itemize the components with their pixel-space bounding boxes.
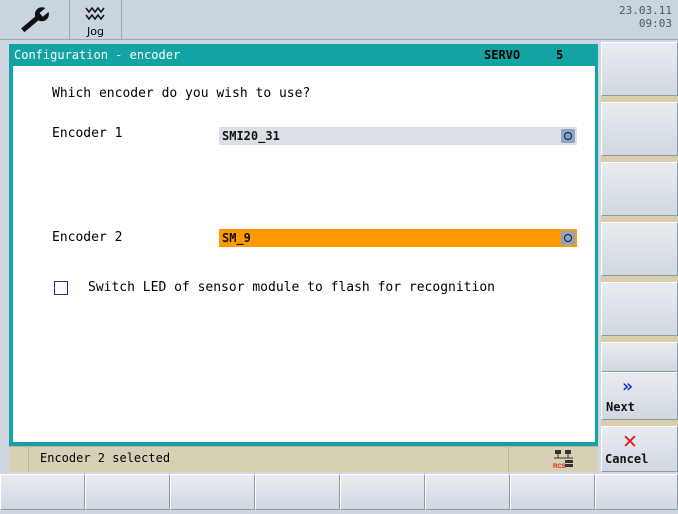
encoder2-label: Encoder 2 [52,230,123,245]
softkey-right-6[interactable] [601,342,678,372]
date-time-display: 23.03.11 09:03 [619,4,672,30]
cancel-softkey-label: Cancel [605,452,649,466]
wrench-icon [21,7,50,33]
status-divider [28,446,29,472]
softkey-bottom-4[interactable] [255,474,340,510]
svg-text:RCS: RCS [553,464,566,470]
softkey-right-1[interactable] [601,42,678,96]
jog-wave-icon [85,6,105,21]
encoder1-value: SMI20_31 [222,129,280,143]
date-text: 23.03.11 [619,4,672,17]
servo-number: 5 [556,48,564,62]
dialog-content [13,66,595,442]
wrench-tool-cell[interactable] [0,0,70,40]
time-text: 09:03 [638,17,672,30]
softkey-bottom-2[interactable] [85,474,170,510]
rcs-network-icon: RCS [553,450,573,470]
jog-mode-indicator: Jog [70,0,122,40]
softkey-bottom-5[interactable] [340,474,425,510]
encoder2-select[interactable]: SM_9 [219,229,577,247]
softkey-right-4[interactable] [601,222,678,276]
encoder2-value: SM_9 [222,231,251,245]
encoder1-label: Encoder 1 [52,126,123,141]
double-chevron-right-icon: » [622,376,633,397]
encoder-question: Which encoder do you wish to use? [52,86,311,101]
softkey-bottom-7[interactable] [510,474,595,510]
encoder1-dropdown-toggle-icon[interactable] [561,129,575,143]
next-softkey-label: Next [606,400,635,414]
servo-label: SERVO [484,48,521,62]
status-divider [508,446,509,472]
softkey-right-2[interactable] [601,102,678,156]
led-flash-checkbox-label: Switch LED of sensor module to flash for… [88,280,495,295]
jog-label: Jog [87,25,104,38]
softkey-bottom-8[interactable] [595,474,678,510]
status-message: Encoder 2 selected [40,451,171,465]
softkey-bottom-3[interactable] [170,474,255,510]
encoder1-select[interactable]: SMI20_31 [219,127,577,145]
softkey-bottom-1[interactable] [0,474,85,510]
softkey-bottom-6[interactable] [425,474,510,510]
encoder2-dropdown-toggle-icon[interactable] [561,231,575,245]
cancel-x-icon: ✕ [622,431,638,453]
softkey-right-5[interactable] [601,282,678,336]
softkey-right-3[interactable] [601,162,678,216]
led-flash-checkbox[interactable] [54,281,68,295]
